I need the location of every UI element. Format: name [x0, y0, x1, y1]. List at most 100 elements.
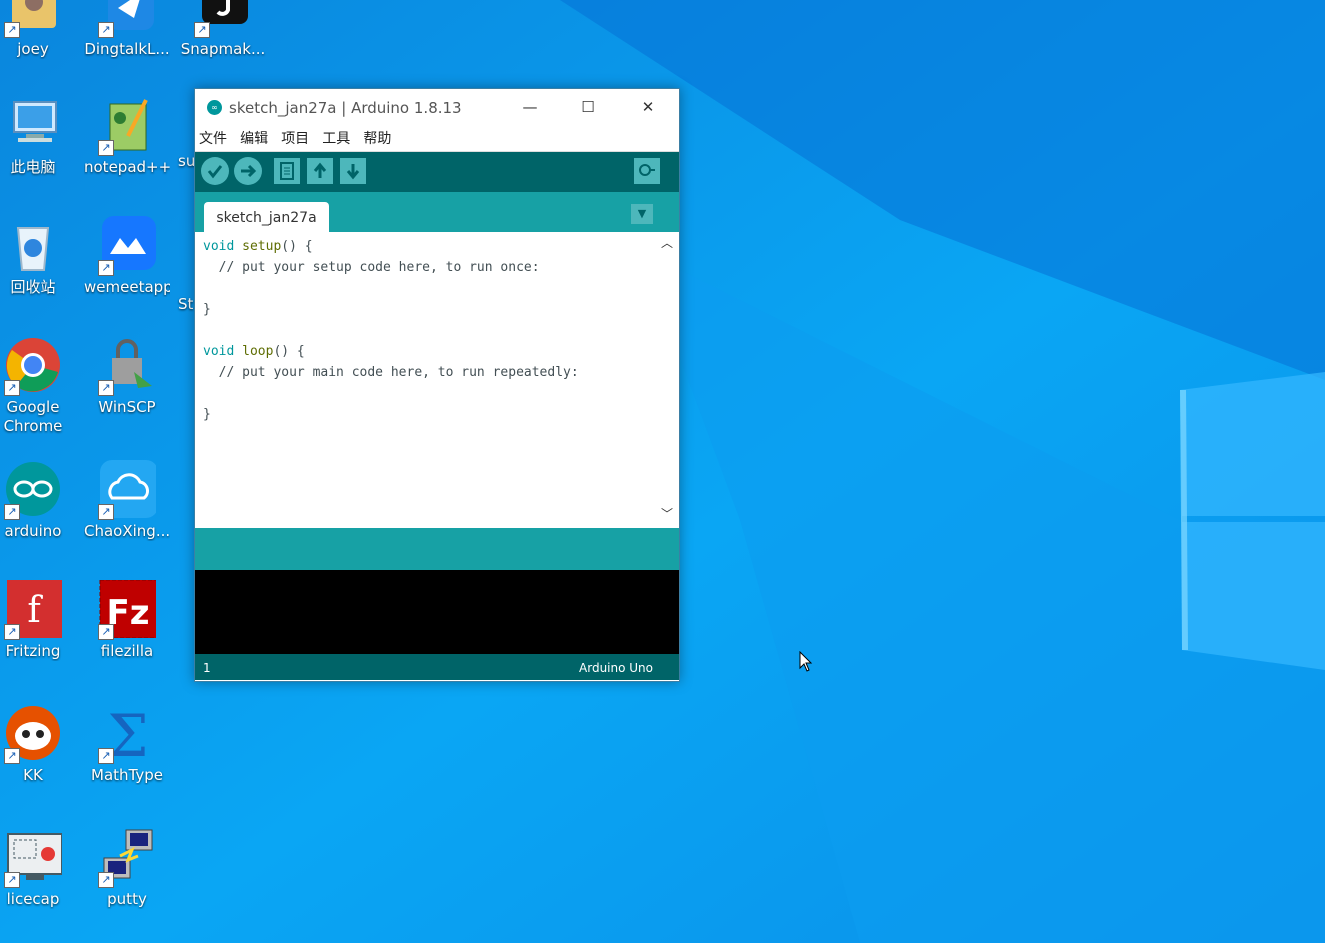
code-comment: // put your main code here, to run repea… [203, 365, 579, 380]
desktop-icon-putty[interactable]: ↗ putty [84, 828, 170, 909]
shortcut-arrow-icon: ↗ [4, 380, 20, 396]
menu-help[interactable]: 帮助 [363, 131, 391, 147]
save-sketch-button[interactable] [340, 158, 366, 184]
desktop-icon-winscp[interactable]: ↗ WinSCP [84, 336, 170, 417]
desktop-icon-label: putty [107, 890, 147, 908]
save-arrow-down-icon [346, 164, 360, 180]
desktop-icon-wemeetapp[interactable]: ↗ wemeetapp [84, 216, 170, 297]
code-editor[interactable]: void setup() { // put your setup code he… [195, 232, 679, 528]
tab-sketch[interactable]: sketch_jan27a [204, 202, 329, 232]
menu-tools[interactable]: 工具 [322, 131, 350, 147]
desktop-icon-joey[interactable]: ↗ joey [0, 0, 76, 59]
desktop-icon-fritzing[interactable]: f ↗ Fritzing [0, 580, 76, 661]
shortcut-arrow-icon: ↗ [98, 22, 114, 38]
desktop-icon-google-chrome[interactable]: ↗ Google Chrome [0, 336, 76, 436]
code-text-fragment: () { [281, 239, 313, 254]
putty-icon: ↗ [98, 828, 156, 888]
arduino-ide-window[interactable]: ∞ sketch_jan27a | Arduino 1.8.13 — ☐ ✕ 文… [194, 88, 680, 682]
status-bar [195, 528, 679, 570]
desktop-icon-filezilla[interactable]: Fz ↗ filezilla [84, 579, 170, 661]
desktop-icon-recycle-bin[interactable]: 回收站 [0, 216, 76, 297]
desktop-icon-label: KK [23, 766, 43, 784]
scroll-down-arrow-icon[interactable]: ﹀ [661, 505, 673, 522]
desktop-icon-snapmaker[interactable]: ↗ Snapmak... [180, 0, 266, 59]
desktop-icon-this-pc[interactable]: 此电脑 [0, 96, 76, 177]
desktop-icon-label: WinSCP [98, 398, 156, 416]
desktop-icon-label: Google Chrome [3, 398, 63, 435]
desktop-icon-label: Fritzing [5, 642, 61, 660]
line-number: 1 [203, 661, 211, 675]
shortcut-arrow-icon: ↗ [98, 380, 114, 396]
filezilla-icon: Fz ↗ [98, 579, 159, 640]
verify-button[interactable] [201, 157, 229, 185]
desktop-icon-label: ChaoXing... [84, 522, 170, 540]
shortcut-arrow-icon: ↗ [4, 872, 20, 888]
code-brace: } [203, 407, 211, 422]
desktop-icon-label: notepad++ [84, 158, 170, 176]
shortcut-arrow-icon: ↗ [4, 748, 20, 764]
menu-sketch[interactable]: 项目 [281, 131, 309, 147]
desktop-icon-notepad-plus-plus[interactable]: ↗ notepad++ [84, 96, 170, 177]
dingtalk-icon: ↗ [98, 0, 156, 38]
shortcut-arrow-icon: ↗ [98, 748, 114, 764]
menu-file[interactable]: 文件 [199, 131, 227, 147]
chaoxing-icon: ↗ [98, 460, 158, 520]
close-button[interactable]: ✕ [619, 89, 677, 127]
arduino-logo-icon: ∞ [207, 100, 222, 115]
shortcut-arrow-icon: ↗ [194, 22, 210, 38]
shortcut-arrow-icon: ↗ [98, 504, 114, 520]
menu-bar: 文件 编辑 项目 工具 帮助 [195, 127, 679, 152]
new-file-icon [280, 162, 294, 180]
desktop-icon-arduino[interactable]: ↗ arduino [0, 460, 76, 541]
desktop-icon-label: arduino [4, 522, 62, 540]
desktop-icon-chaoxing[interactable]: ↗ ChaoXing... [84, 460, 170, 541]
code-keyword: void [203, 344, 235, 359]
console-output[interactable] [195, 570, 679, 654]
open-sketch-button[interactable] [307, 158, 333, 184]
computer-icon [4, 96, 62, 154]
user-folder-icon: ↗ [4, 0, 62, 38]
code-text[interactable]: void setup() { // put your setup code he… [195, 232, 679, 425]
checkmark-icon [207, 165, 223, 179]
upload-button[interactable] [234, 157, 262, 185]
desktop-icon-mathtype[interactable]: Σ ↗ MathType [84, 702, 170, 785]
desktop-icon-label: wemeetapp [84, 278, 170, 296]
kk-icon: ↗ [4, 704, 62, 764]
magnifier-icon [639, 164, 655, 176]
desktop-icon-label: 此电脑 [10, 158, 56, 176]
title-bar[interactable]: ∞ sketch_jan27a | Arduino 1.8.13 — ☐ ✕ [195, 89, 679, 127]
menu-edit[interactable]: 编辑 [240, 131, 268, 147]
serial-monitor-button[interactable] [634, 158, 660, 184]
window-title: sketch_jan27a | Arduino 1.8.13 [229, 99, 462, 117]
mouse-cursor-icon [799, 651, 813, 672]
desktop-icon-label: 回收站 [10, 278, 56, 296]
minimize-button[interactable]: — [501, 89, 559, 127]
desktop-icon-kk[interactable]: ↗ KK [0, 704, 76, 785]
desktop-icon-licecap[interactable]: ↗ licecap [0, 828, 76, 909]
wemeet-icon: ↗ [98, 216, 156, 276]
notepad-plus-plus-icon: ↗ [98, 96, 156, 156]
arrow-right-icon [241, 164, 257, 178]
new-sketch-button[interactable] [274, 158, 300, 184]
chrome-icon: ↗ [4, 336, 62, 396]
code-function: setup [242, 239, 282, 254]
code-function: loop [242, 344, 274, 359]
maximize-button[interactable]: ☐ [559, 89, 617, 127]
desktop-icon-label: MathType [91, 766, 163, 784]
shortcut-arrow-icon: ↗ [98, 624, 114, 640]
desktop-icon-partial-label: St [178, 295, 194, 313]
open-arrow-up-icon [313, 162, 327, 178]
code-keyword: void [203, 239, 235, 254]
code-comment: // put your setup code here, to run once… [203, 260, 540, 275]
licecap-icon: ↗ [4, 828, 63, 888]
desktop-icon-dingtalk[interactable]: ↗ DingtalkL... [84, 0, 170, 59]
desktop-icon-label: Snapmak... [180, 40, 266, 58]
board-name: Arduino Uno [579, 661, 653, 675]
code-brace: } [203, 302, 211, 317]
scroll-up-arrow-icon[interactable]: ︿ [661, 234, 673, 251]
mathtype-icon: Σ ↗ [98, 702, 156, 770]
desktop-icon-partial-label: su [178, 152, 196, 170]
arduino-icon: ↗ [4, 460, 62, 520]
toolbar [195, 152, 679, 192]
tab-menu-button[interactable]: ▼ [631, 204, 653, 224]
